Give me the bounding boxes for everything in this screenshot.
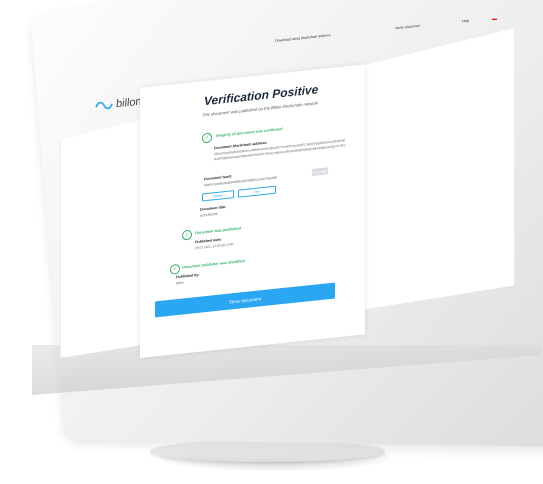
billon-logo-icon [95,101,113,110]
check-circle-icon: ✓ [182,229,192,241]
nav-help-link[interactable]: Help [462,19,470,24]
integrity-status: Integrity of document was confirmed [216,127,283,139]
document-title-value: eZP1BE2BD [200,211,219,218]
published-by-value: Billon [176,280,184,286]
published-by-label: Published by: [176,272,200,280]
save-hash-button[interactable]: Save hash [312,167,328,176]
document-title-label: Document title: [200,204,227,212]
verification-card: Verification Positive This document was … [140,64,365,358]
check-circle-icon: ✓ [202,132,212,144]
blockchain-address-value: 5DbdXnxdr9ehrdSDkDmsAB8WrunMxSBuyXiTVmGf… [214,138,346,162]
published-status: Document was published [195,226,241,236]
identified-status: Document publisher was identified [182,258,245,270]
flag-icon[interactable] [491,16,498,21]
check-circle-icon: ✓ [170,263,180,275]
view-button[interactable]: View [238,185,276,198]
document-hash-value: 6ba9ccaeb6ba84864b98f24a59f85bfc1641f7fa… [204,175,278,188]
show-document-button[interactable]: Show document [155,282,335,318]
details-button[interactable]: Details [202,190,234,202]
